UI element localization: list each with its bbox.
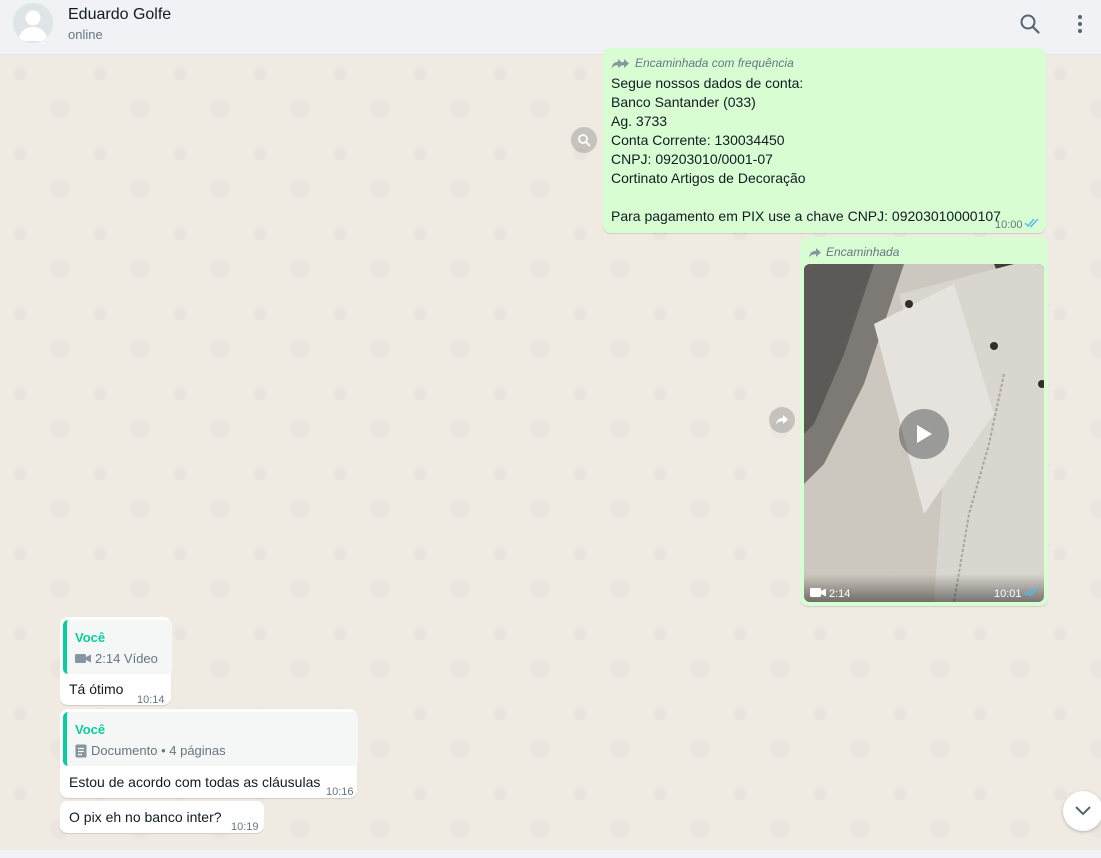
scroll-to-bottom-button[interactable] [1063,791,1101,831]
chat-header[interactable]: Eduardo Golfe online [0,0,1101,55]
document-icon [75,744,87,757]
video-camera-icon [75,654,91,663]
double-check-icon [1024,218,1039,228]
message-reply-video[interactable]: Você 2:14 Vídeo Tá ótimo 10:14 [60,617,172,706]
video-duration: 2:14 [829,588,851,600]
search-icon [578,134,591,147]
contact-status: online [68,27,103,42]
message-time: 10:01 [994,588,1022,600]
quoted-message[interactable]: Você 2:14 Vídeo [63,620,172,674]
forwarded-label: Encaminhada [826,245,900,259]
play-button[interactable] [899,409,949,459]
video-thumbnail[interactable]: 2:14 10:01 [804,264,1044,602]
default-avatar-icon [13,3,53,43]
video-camera-icon [810,588,826,597]
message-text: Estou de acordo com todas as cláusulas [69,774,321,790]
message-text: Tá ótimo [69,681,124,697]
chevron-down-icon [1075,806,1091,816]
quote-text: Documento • 4 páginas [91,743,226,758]
message-video[interactable]: Encaminhada 2:14 10:01 [800,237,1048,606]
contact-name[interactable]: Eduardo Golfe [68,6,171,24]
message-reply-document[interactable]: Você Documento • 4 páginas Estou de acor… [60,709,358,798]
play-icon [917,425,932,443]
search-icon[interactable] [1018,12,1042,36]
message-text: O pix eh no banco inter? [69,809,222,825]
double-check-icon [1023,587,1038,597]
forward-icon [611,58,629,68]
quote-text: 2:14 Vídeo [95,651,158,666]
quoted-message[interactable]: Você Documento • 4 páginas [63,712,358,766]
message-time: 10:00 [995,219,1023,231]
message-bank-details[interactable]: Encaminhada com frequência Segue nossos … [603,48,1046,233]
composer-area [0,850,1101,858]
message-time: 10:14 [137,694,165,706]
quote-author: Você [75,630,106,645]
forward-message-button[interactable] [769,407,795,433]
message-text: Segue nossos dados de conta: Banco Santa… [611,75,1001,224]
avatar[interactable] [13,3,53,43]
menu-icon[interactable] [1068,12,1092,36]
message-pix-question[interactable]: O pix eh no banco inter? 10:19 [60,801,264,833]
forward-icon [776,415,788,425]
message-time: 10:19 [231,821,259,833]
forward-icon [809,247,821,257]
search-message-button[interactable] [571,127,597,153]
forwarded-label: Encaminhada com frequência [635,56,794,70]
message-time: 10:16 [326,786,354,798]
quote-author: Você [75,722,106,737]
